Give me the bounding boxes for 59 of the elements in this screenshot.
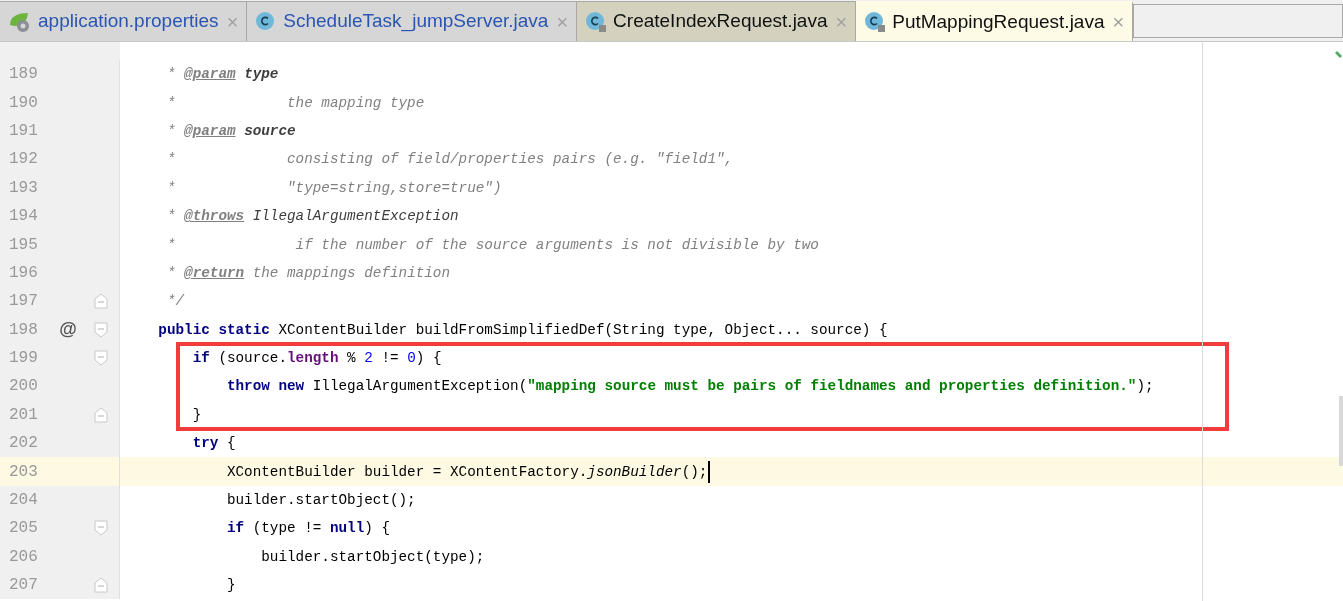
- code-line: }: [191, 405, 202, 425]
- line-number: 192: [9, 149, 39, 171]
- editor-tab[interactable]: PutMappingRequest.java ×: [856, 1, 1134, 41]
- fold-marker-icon[interactable]: [94, 577, 108, 594]
- editor-tab[interactable]: ScheduleTask_jumpServer.java ×: [247, 1, 578, 41]
- code-line: * @param type: [165, 65, 279, 85]
- editor-tab[interactable]: application.properties ×: [0, 1, 248, 41]
- code-line: */: [165, 292, 185, 312]
- line-number: 205: [9, 518, 39, 540]
- leaf-gear-icon: [8, 10, 32, 33]
- code-line: * @return the mappings definition: [165, 263, 451, 283]
- code-line: * consisting of field/properties pairs (e.g. "field1",: [165, 150, 734, 170]
- line-number: 193: [9, 177, 39, 199]
- line-number: 195: [9, 234, 39, 256]
- editor-tab[interactable]: CreateIndexRequest.java ×: [577, 1, 857, 41]
- code-line: if (type != null) {: [225, 519, 390, 539]
- line-number: 190: [9, 92, 39, 114]
- line-number: 203: [9, 461, 39, 483]
- scrollbar-thumb[interactable]: [1339, 396, 1343, 466]
- line-number: 201: [9, 404, 39, 426]
- code-line: if (source.length % 2 != 0) {: [191, 349, 442, 369]
- code-line: * "type=string,store=true"): [165, 178, 502, 198]
- line-number: 189: [9, 64, 39, 86]
- code-line: throw new IllegalArgumentException("mapping source must be pairs of fieldnames and properties definition.");: [225, 377, 1154, 397]
- fold-marker-icon[interactable]: [94, 520, 108, 537]
- code-line: * if the number of the source arguments is not divisible by two: [165, 235, 819, 255]
- text-caret: [708, 460, 711, 483]
- override-marker[interactable]: @: [59, 316, 77, 344]
- fold-marker-icon[interactable]: [94, 350, 108, 367]
- tab-label: PutMappingRequest.java: [892, 9, 1105, 34]
- code-line: try {: [191, 434, 236, 454]
- line-number: 198: [9, 319, 39, 341]
- code-line: public static XContentBuilder buildFromSimplifiedDef(String type, Object... source) {: [157, 320, 888, 340]
- code-line: XContentBuilder builder = XContentFactory.jsonBuilder();: [225, 462, 708, 482]
- line-number: 191: [9, 120, 39, 142]
- code-line: builder.startObject();: [225, 491, 416, 511]
- code-line: builder.startObject(type);: [260, 547, 485, 567]
- line-number: 199: [9, 348, 39, 370]
- line-number: 206: [9, 546, 39, 568]
- code-line: }: [225, 576, 236, 596]
- line-number: 194: [9, 206, 39, 228]
- code-line: * @param source: [165, 121, 296, 141]
- class-lock-icon: [585, 10, 608, 33]
- close-tab-button[interactable]: ×: [1112, 7, 1125, 37]
- line-number: 202: [9, 433, 39, 455]
- code-line: * the mapping type: [165, 93, 425, 113]
- tab-label: application.properties: [38, 9, 219, 34]
- class-lock-icon: [864, 11, 887, 33]
- fold-marker-icon[interactable]: [94, 293, 108, 310]
- fold-marker-icon[interactable]: [94, 321, 108, 338]
- line-number: 204: [9, 490, 39, 512]
- fold-marker-icon[interactable]: [94, 406, 108, 423]
- line-number: 196: [9, 262, 39, 284]
- code-line: * @throws IllegalArgumentException: [165, 207, 459, 227]
- tab-label: CreateIndexRequest.java: [613, 9, 828, 34]
- line-number: 207: [9, 575, 39, 597]
- line-number: 200: [9, 376, 39, 398]
- tab-label: ScheduleTask_jumpServer.java: [283, 9, 549, 34]
- line-number: 197: [9, 291, 39, 313]
